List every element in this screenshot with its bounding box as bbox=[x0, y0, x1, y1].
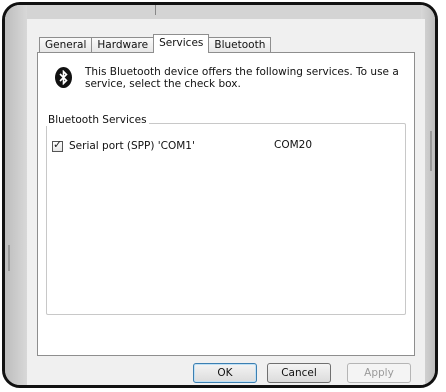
ok-button[interactable]: OK bbox=[193, 363, 257, 383]
tab-general[interactable]: General bbox=[39, 37, 93, 53]
bluetooth-icon bbox=[55, 67, 72, 88]
service-label: Serial port (SPP) 'COM1' bbox=[69, 140, 195, 152]
top-strip bbox=[5, 5, 435, 19]
service-port: COM20 bbox=[274, 139, 313, 151]
service-checkbox[interactable]: ✓ bbox=[52, 137, 63, 152]
left-edge bbox=[5, 5, 27, 385]
service-row: ✓ Serial port (SPP) 'COM1' COM20 bbox=[52, 137, 392, 153]
tab-services[interactable]: Services bbox=[153, 34, 210, 53]
check-mark-icon: ✓ bbox=[53, 137, 63, 151]
tab-hardware[interactable]: Hardware bbox=[91, 37, 155, 53]
tab-bluetooth[interactable]: Bluetooth bbox=[208, 37, 272, 53]
cancel-button[interactable]: Cancel bbox=[267, 363, 331, 383]
device-frame: General Hardware Services Bluetooth This… bbox=[2, 2, 438, 388]
services-group-title: Bluetooth Services bbox=[46, 114, 149, 126]
apply-button[interactable]: Apply bbox=[347, 363, 411, 383]
services-panel: This Bluetooth device offers the followi… bbox=[37, 52, 415, 356]
intro-text: This Bluetooth device offers the followi… bbox=[85, 66, 399, 90]
properties-dialog: General Hardware Services Bluetooth This… bbox=[27, 19, 425, 385]
tab-strip: General Hardware Services Bluetooth bbox=[39, 34, 272, 53]
